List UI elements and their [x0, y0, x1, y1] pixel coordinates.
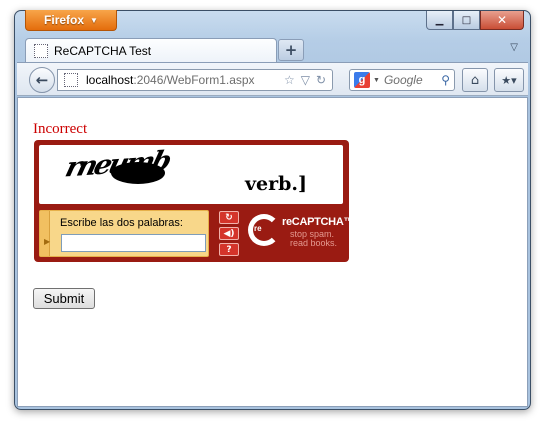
reload-icon[interactable]: ↻ — [316, 73, 326, 87]
url-host: localhost — [86, 73, 134, 87]
tab-list-button[interactable]: ▽ — [510, 42, 518, 53]
help-icon: ? — [226, 244, 232, 255]
page-content: Incorrect rneumb verb.] ▶ Escribe las do… — [17, 97, 528, 407]
search-icon[interactable]: ⚲ — [441, 73, 450, 87]
firefox-menu-label: Firefox — [44, 13, 85, 27]
close-icon: ✕ — [496, 13, 508, 27]
help-captcha-button[interactable]: ? — [219, 243, 239, 256]
bookmarks-button[interactable]: ★▾ — [494, 68, 524, 92]
home-icon: ⌂ — [470, 72, 480, 88]
chevron-down-icon: ▽ — [510, 42, 518, 53]
captcha-response-input[interactable] — [61, 234, 206, 252]
new-tab-button[interactable]: + — [278, 39, 304, 61]
home-button[interactable]: ⌂ — [462, 68, 488, 92]
maximize-button[interactable]: □ — [453, 11, 480, 30]
site-identity-icon[interactable] — [64, 73, 78, 87]
recaptcha-logo-name: reCAPTCHA™ — [282, 216, 355, 228]
window-controls: ▁ □ ✕ — [426, 11, 524, 30]
recaptcha-logo-re: re — [254, 224, 262, 233]
browser-window: Firefox ▼ ▁ □ ✕ ReCAPTCHA Test + ▽ ← loc… — [14, 10, 531, 410]
arrow-right-icon: ▶ — [44, 237, 51, 246]
navigation-toolbar: ← localhost :2046/WebForm1.aspx ☆ ▽ ↻ g … — [17, 62, 528, 96]
bookmarks-icon: ★▾ — [501, 73, 517, 87]
chevron-down-icon: ▼ — [90, 15, 98, 25]
url-bar-icons: ☆ ▽ ↻ — [284, 73, 326, 87]
url-bar[interactable]: localhost :2046/WebForm1.aspx ☆ ▽ ↻ — [57, 69, 333, 91]
answer-panel-strip — [40, 211, 50, 256]
audio-icon: ◀) — [223, 228, 235, 239]
audio-captcha-button[interactable]: ◀) — [219, 227, 239, 240]
plus-icon: + — [284, 41, 298, 59]
recaptcha-tagline: stop spam. read books. — [290, 229, 338, 248]
maximize-icon: □ — [461, 14, 472, 26]
back-button[interactable]: ← — [29, 67, 55, 93]
close-window-button[interactable]: ✕ — [480, 11, 524, 30]
firefox-menu-button[interactable]: Firefox ▼ — [25, 10, 117, 31]
google-icon[interactable]: g — [354, 72, 370, 88]
search-bar[interactable]: g ▼ Google ⚲ — [349, 69, 455, 91]
captcha-word-2: verb.] — [245, 173, 308, 195]
captcha-image: rneumb verb.] — [39, 145, 343, 204]
search-placeholder: Google — [383, 73, 423, 87]
back-arrow-icon: ← — [35, 71, 49, 89]
answer-panel: ▶ Escribe las dos palabras: — [39, 210, 209, 257]
chevron-down-icon[interactable]: ▼ — [373, 77, 380, 84]
answer-label: Escribe las dos palabras: — [60, 217, 183, 229]
minimize-icon: ▁ — [435, 14, 444, 26]
history-dropdown-icon[interactable]: ▽ — [301, 73, 310, 87]
recaptcha-widget: rneumb verb.] ▶ Escribe las dos palabras… — [34, 140, 354, 262]
bookmark-star-icon[interactable]: ☆ — [284, 73, 295, 87]
tab-title: ReCAPTCHA Test — [54, 43, 152, 58]
recaptcha-logo-arrow-icon — [248, 214, 280, 246]
recaptcha-logo: re reCAPTCHA™ stop spam. read books. — [248, 210, 354, 258]
page-icon — [34, 43, 48, 58]
error-message: Incorrect — [33, 121, 88, 137]
reload-icon: ↻ — [225, 212, 233, 223]
url-path: :2046/WebForm1.aspx — [133, 73, 255, 87]
captcha-controls: ↻ ◀) ? — [219, 211, 239, 256]
minimize-button[interactable]: ▁ — [426, 11, 453, 30]
submit-button[interactable]: Submit — [33, 288, 95, 309]
tab-recaptcha-test[interactable]: ReCAPTCHA Test — [25, 38, 277, 62]
reload-captcha-button[interactable]: ↻ — [219, 211, 239, 224]
